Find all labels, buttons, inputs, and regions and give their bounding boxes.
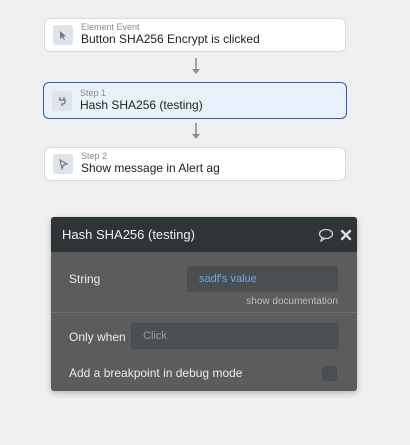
close-icon[interactable] [340, 229, 352, 241]
panel-title: Hash SHA256 (testing) [62, 227, 195, 242]
event-card-title: Button SHA256 Encrypt is clicked [81, 32, 260, 47]
breakpoint-checkbox[interactable] [322, 366, 337, 381]
plug-icon [52, 90, 72, 111]
string-value-input[interactable]: sadf's value [187, 266, 338, 292]
show-documentation-link[interactable]: show documentation [246, 296, 338, 307]
string-label: String [69, 272, 101, 286]
arrow-down-icon [192, 58, 200, 74]
only-when-input[interactable]: Click [131, 323, 339, 349]
arrow-down-icon [192, 123, 200, 139]
step-1-title: Hash SHA256 (testing) [80, 97, 203, 112]
breakpoint-label: Add a breakpoint in debug mode [69, 366, 243, 380]
comment-icon[interactable] [318, 228, 334, 242]
divider [51, 312, 357, 313]
action-properties-panel: Hash SHA256 (testing) String sadf's valu… [51, 217, 357, 391]
only-when-label: Only when [69, 330, 126, 344]
pointer-icon [53, 154, 73, 174]
event-card[interactable]: Element Event Button SHA256 Encrypt is c… [44, 18, 346, 52]
step-1-card[interactable]: Step 1 Hash SHA256 (testing) [43, 82, 347, 119]
panel-header: Hash SHA256 (testing) [51, 217, 357, 252]
step-2-card[interactable]: Step 2 Show message in Alert ag [44, 147, 346, 181]
cursor-icon [53, 25, 73, 45]
step-2-title: Show message in Alert ag [81, 161, 220, 176]
